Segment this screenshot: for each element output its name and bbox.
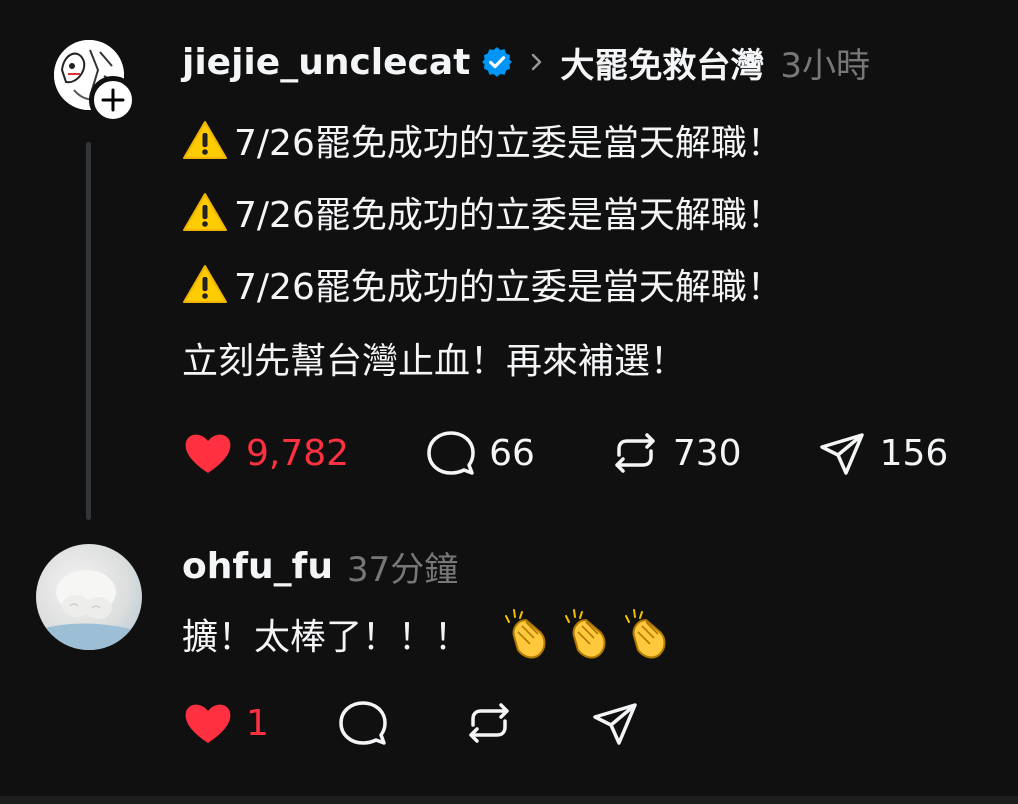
send-icon xyxy=(593,703,637,745)
thread-connector-line xyxy=(86,142,91,520)
repost-button[interactable]: 730 xyxy=(607,425,742,481)
post-header: jiejie_unclecat 大罷免救台灣 3小時 xyxy=(182,38,870,86)
repost-icon xyxy=(615,433,655,473)
share-button[interactable]: 156 xyxy=(814,425,949,481)
bottom-edge xyxy=(0,796,1018,804)
post-line-text: 7/26罷免成功的立委是當天解職！ xyxy=(234,123,783,164)
comment-icon xyxy=(339,701,387,745)
heart-icon xyxy=(185,704,231,743)
reply-comment-button[interactable] xyxy=(335,695,391,751)
reply-like-button[interactable]: 1 xyxy=(180,695,269,751)
clapping-hands-icon xyxy=(505,609,546,659)
thread-post: jiejie_unclecat 大罷免救台灣 3小時 7/26罷免成功的立委是當… xyxy=(0,0,1018,530)
reply-actions: 1 xyxy=(180,695,643,751)
reply-author-avatar[interactable] xyxy=(36,544,142,650)
reply-body: 擴！太棒了！！！ xyxy=(182,604,676,664)
post-timestamp: 3小時 xyxy=(780,45,871,86)
post-body: 7/26罷免成功的立委是當天解職！ 7/26罷免成功的立委是當天解職！ 7/26… xyxy=(182,104,783,320)
warning-icon xyxy=(183,193,227,231)
reply-like-count: 1 xyxy=(246,702,269,744)
like-button[interactable]: 9,782 xyxy=(180,425,349,481)
send-icon xyxy=(819,433,864,475)
post-paragraph: 立刻先幫台灣止血！再來補選！ xyxy=(182,341,687,382)
post-line-text: 7/26罷免成功的立委是當天解職！ xyxy=(234,267,783,308)
reply-repost-button[interactable] xyxy=(461,695,517,751)
post-line-text: 7/26罷免成功的立委是當天解職！ xyxy=(234,195,783,236)
share-count: 156 xyxy=(879,432,949,474)
follow-button[interactable] xyxy=(89,76,137,124)
comment-count: 66 xyxy=(489,432,535,474)
reply-timestamp: 37分鐘 xyxy=(346,549,459,590)
comment-icon xyxy=(427,431,475,475)
post-line: 7/26罷免成功的立委是當天解職！ xyxy=(182,248,783,320)
post-line: 7/26罷免成功的立委是當天解職！ xyxy=(182,104,783,176)
topic-tag[interactable]: 大罷免救台灣 xyxy=(560,38,764,87)
warning-icon xyxy=(183,265,227,303)
reply-text: 擴！太棒了！！！ xyxy=(182,617,471,658)
reply-share-button[interactable] xyxy=(587,695,643,751)
author-username[interactable]: jiejie_unclecat xyxy=(182,42,470,83)
plus-icon xyxy=(101,88,125,112)
clapping-hands-icon xyxy=(625,609,666,659)
repost-count: 730 xyxy=(672,432,742,474)
like-count: 9,782 xyxy=(246,432,350,474)
warning-icon xyxy=(183,121,227,159)
comment-button[interactable]: 66 xyxy=(423,425,535,481)
repost-icon xyxy=(469,703,509,743)
verified-badge-icon xyxy=(482,47,513,77)
reply-header: ohfu_fu 37分鐘 xyxy=(182,542,458,590)
heart-icon xyxy=(185,434,231,473)
post-line: 7/26罷免成功的立委是當天解職！ xyxy=(182,176,783,248)
reply-username[interactable]: ohfu_fu xyxy=(182,546,333,587)
clapping-hands-icon xyxy=(565,609,606,659)
post-actions: 9,782 66 730 156 xyxy=(180,425,948,481)
chevron-right-icon xyxy=(532,53,542,71)
cat-paws-image xyxy=(36,570,142,650)
